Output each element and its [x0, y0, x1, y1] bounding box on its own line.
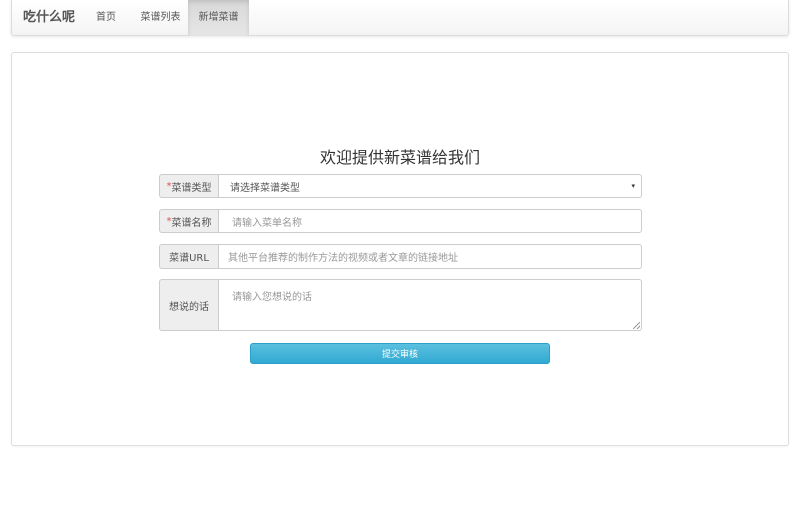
form-title: 欢迎提供新菜谱给我们: [319, 148, 480, 167]
recipe-url-label: 菜谱URL: [159, 244, 218, 269]
recipe-name-label: * 菜谱名称: [159, 209, 218, 233]
recipe-url-input[interactable]: 其他平台推荐的制作方法的视频或者文章的链接地址: [218, 244, 642, 269]
recipe-type-label: * 菜谱类型: [159, 174, 218, 198]
comment-placeholder: 请输入您想说的话: [232, 292, 312, 303]
recipe-type-select[interactable]: 请选择菜谱类型 ▾: [218, 174, 642, 198]
nav-item-add-recipe[interactable]: 新增菜谱: [188, 0, 249, 36]
recipe-name-input[interactable]: 请输入菜单名称: [218, 209, 642, 233]
brand-logo[interactable]: 吃什么呢: [23, 0, 75, 36]
resize-handle-icon[interactable]: [633, 322, 640, 329]
nav-item-home[interactable]: 首页: [87, 0, 125, 36]
recipe-url-placeholder: 其他平台推荐的制作方法的视频或者文章的链接地址: [228, 253, 458, 264]
recipe-name-group: * 菜谱名称 请输入菜单名称: [159, 209, 642, 233]
submit-button[interactable]: 提交审核: [250, 343, 550, 364]
recipe-type-selected-value: 请选择菜谱类型: [230, 182, 300, 194]
comment-group: 想说的话 请输入您想说的话: [159, 279, 642, 331]
nav-item-recipe-list[interactable]: 菜谱列表: [129, 0, 192, 36]
recipe-url-group: 菜谱URL 其他平台推荐的制作方法的视频或者文章的链接地址: [159, 244, 642, 269]
recipe-type-group: * 菜谱类型 请选择菜谱类型 ▾: [159, 174, 642, 198]
comment-label: 想说的话: [159, 279, 218, 331]
top-navbar: 吃什么呢 首页 菜谱列表 新增菜谱: [11, 0, 789, 36]
recipe-name-placeholder: 请输入菜单名称: [232, 217, 302, 229]
comment-textarea[interactable]: 请输入您想说的话: [218, 279, 642, 331]
chevron-down-icon: ▾: [631, 182, 635, 190]
